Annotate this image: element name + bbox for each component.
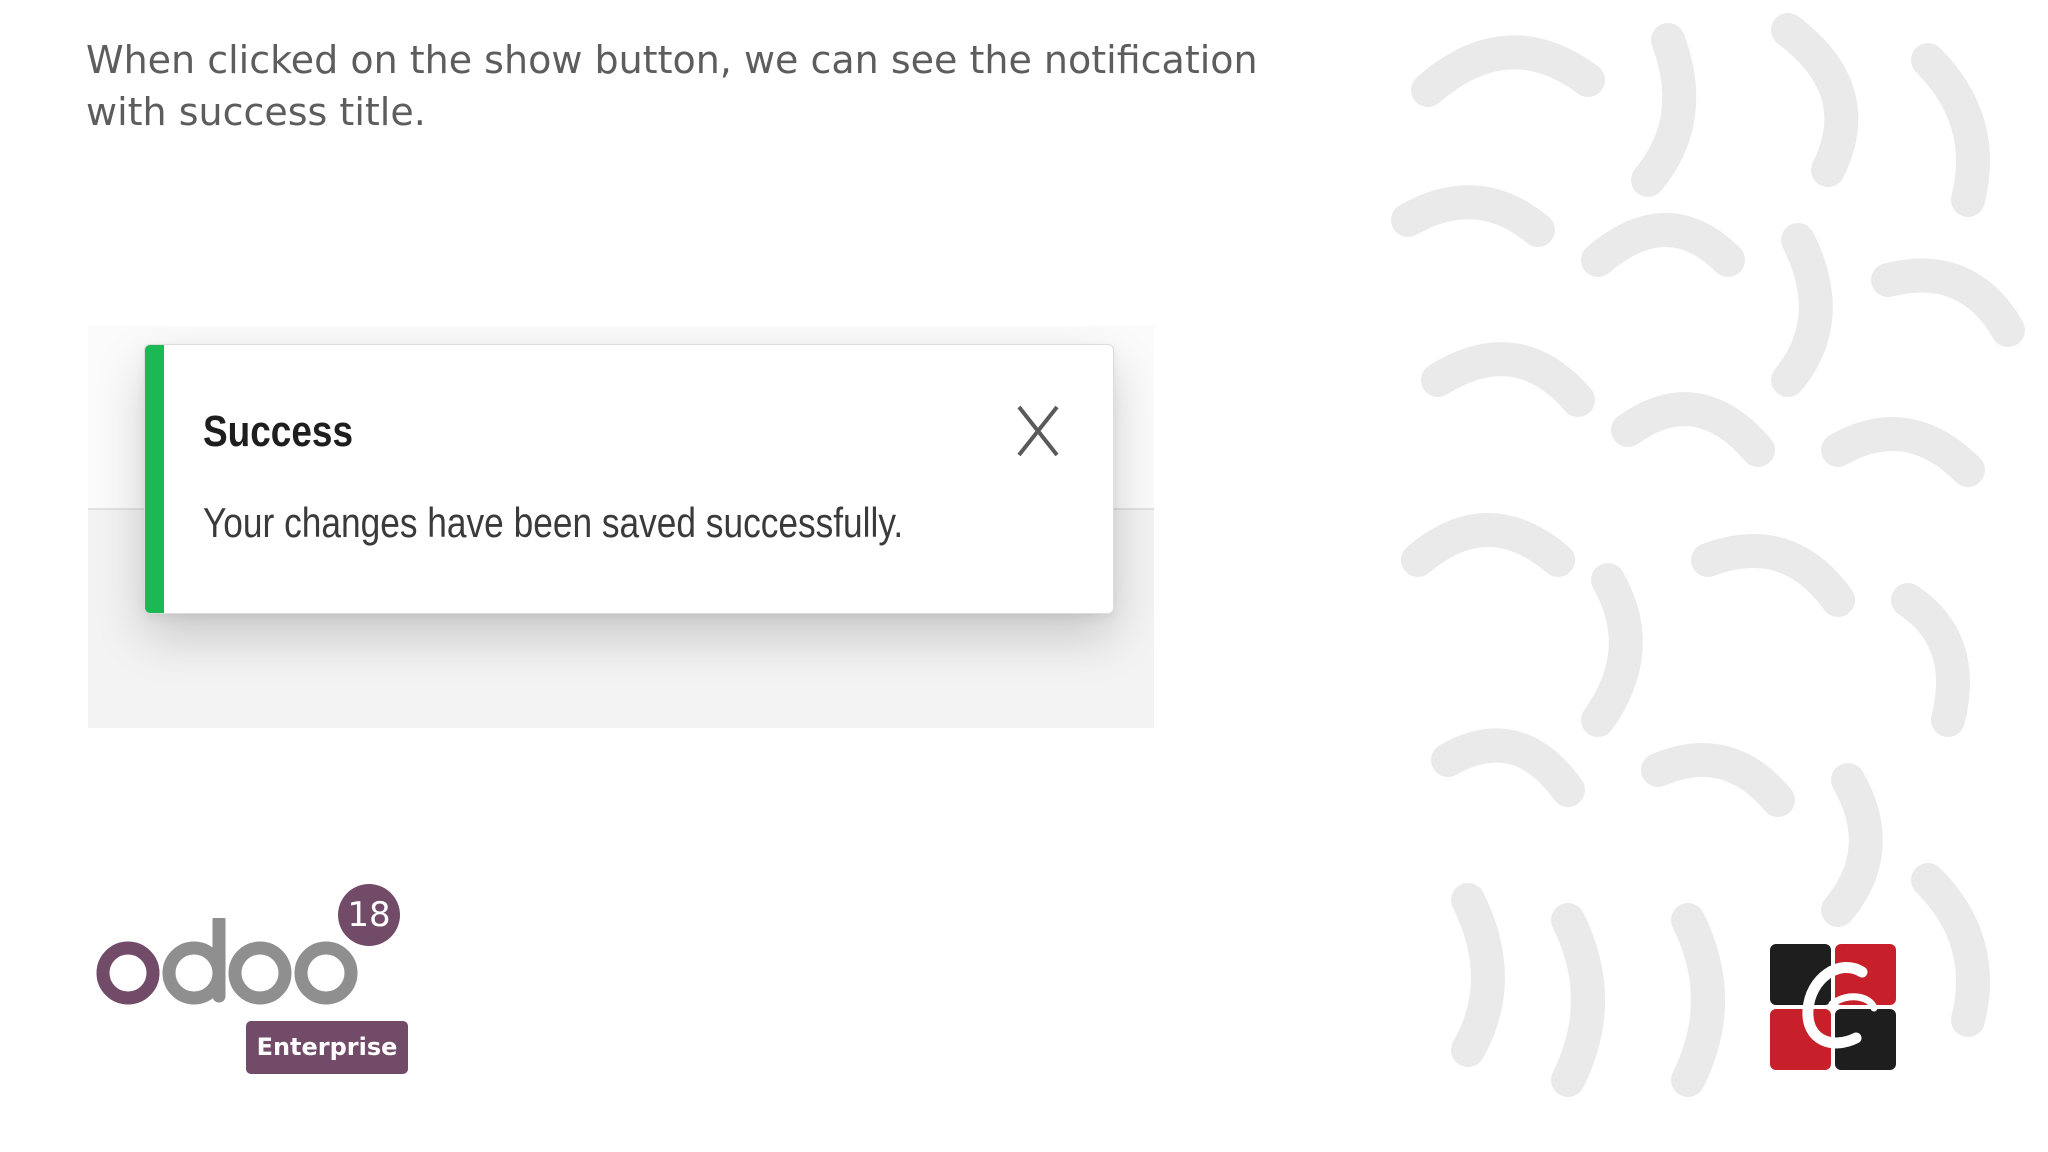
- notification-screenshot: Success Your changes have been saved suc…: [88, 326, 1154, 728]
- success-notification: Success Your changes have been saved suc…: [144, 344, 1114, 614]
- slide-caption: When clicked on the show button, we can …: [86, 38, 1258, 134]
- odoo-wordmark: [96, 918, 358, 1005]
- notification-title: Success: [203, 407, 354, 456]
- close-icon[interactable]: [1015, 403, 1061, 459]
- edition-badge: Enterprise: [246, 1021, 408, 1074]
- version-badge: 18: [338, 884, 400, 946]
- decorative-pattern: [1368, 0, 2048, 1152]
- cybrosys-logo: [1770, 944, 1896, 1070]
- notification-accent-bar: [145, 345, 164, 613]
- odoo-logo: 18 Enterprise: [94, 884, 414, 1076]
- notification-message: Your changes have been saved successfull…: [203, 499, 904, 546]
